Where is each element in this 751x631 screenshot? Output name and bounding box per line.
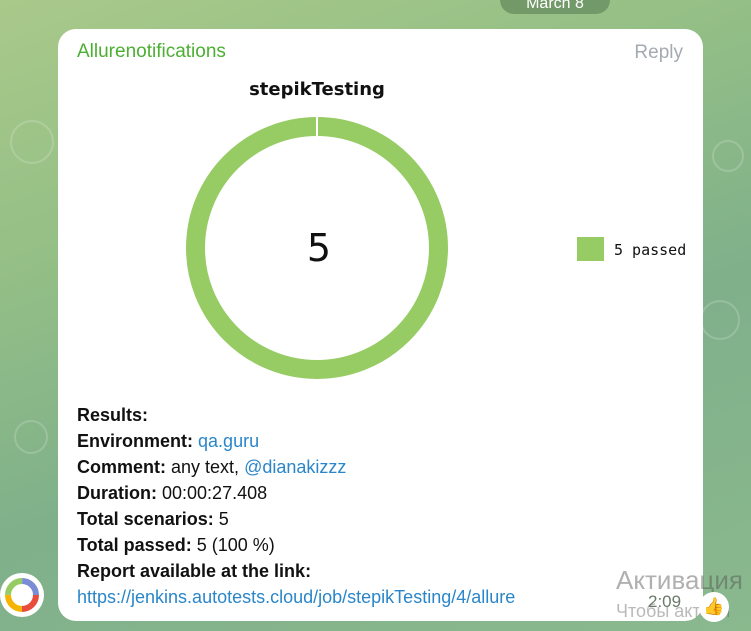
legend-label: 5 passed — [614, 241, 686, 259]
chart-title: stepikTesting — [249, 79, 385, 100]
total-scenarios-value: 5 — [218, 509, 229, 529]
background-doodle — [10, 120, 54, 164]
allure-chart: stepikTesting 5 5 passed — [186, 79, 686, 379]
total-scenarios-row: Total scenarios: 5 — [77, 509, 229, 529]
results-heading: Results: — [77, 405, 149, 425]
comment-text: any text, — [171, 457, 240, 477]
background-doodle — [14, 420, 48, 454]
report-label-row: Report available at the link: — [77, 561, 312, 581]
report-link[interactable]: https://jenkins.autotests.cloud/job/step… — [77, 587, 515, 607]
results-block: Results: Environment: qa.guru Comment: a… — [77, 402, 515, 610]
legend-swatch — [577, 237, 604, 261]
background-doodle — [712, 140, 744, 172]
allure-logo-icon — [5, 578, 39, 612]
report-link-row: https://jenkins.autotests.cloud/job/step… — [77, 584, 515, 610]
message-bubble[interactable]: Allurenotifications Reply stepikTesting … — [58, 29, 703, 621]
date-pill: March 8 — [500, 0, 610, 14]
message-time: 2:09 — [648, 592, 682, 611]
background-doodle — [700, 300, 740, 340]
mention-link[interactable]: @dianakizzz — [244, 457, 346, 477]
duration-row: Duration: 00:00:27.408 — [77, 483, 268, 503]
comment-row: Comment: any text, @dianakizzz — [77, 457, 347, 477]
thumbs-up-icon[interactable]: 👍 — [699, 592, 729, 622]
total-passed-value: 5 (100 %) — [196, 535, 275, 555]
chart-center-label: 5 — [307, 226, 331, 270]
avatar[interactable] — [0, 573, 44, 617]
total-passed-row: Total passed: 5 (100 %) — [77, 535, 275, 555]
environment-link[interactable]: qa.guru — [198, 431, 259, 451]
environment-row: Environment: qa.guru — [77, 431, 260, 451]
duration-value: 00:00:27.408 — [162, 483, 268, 503]
